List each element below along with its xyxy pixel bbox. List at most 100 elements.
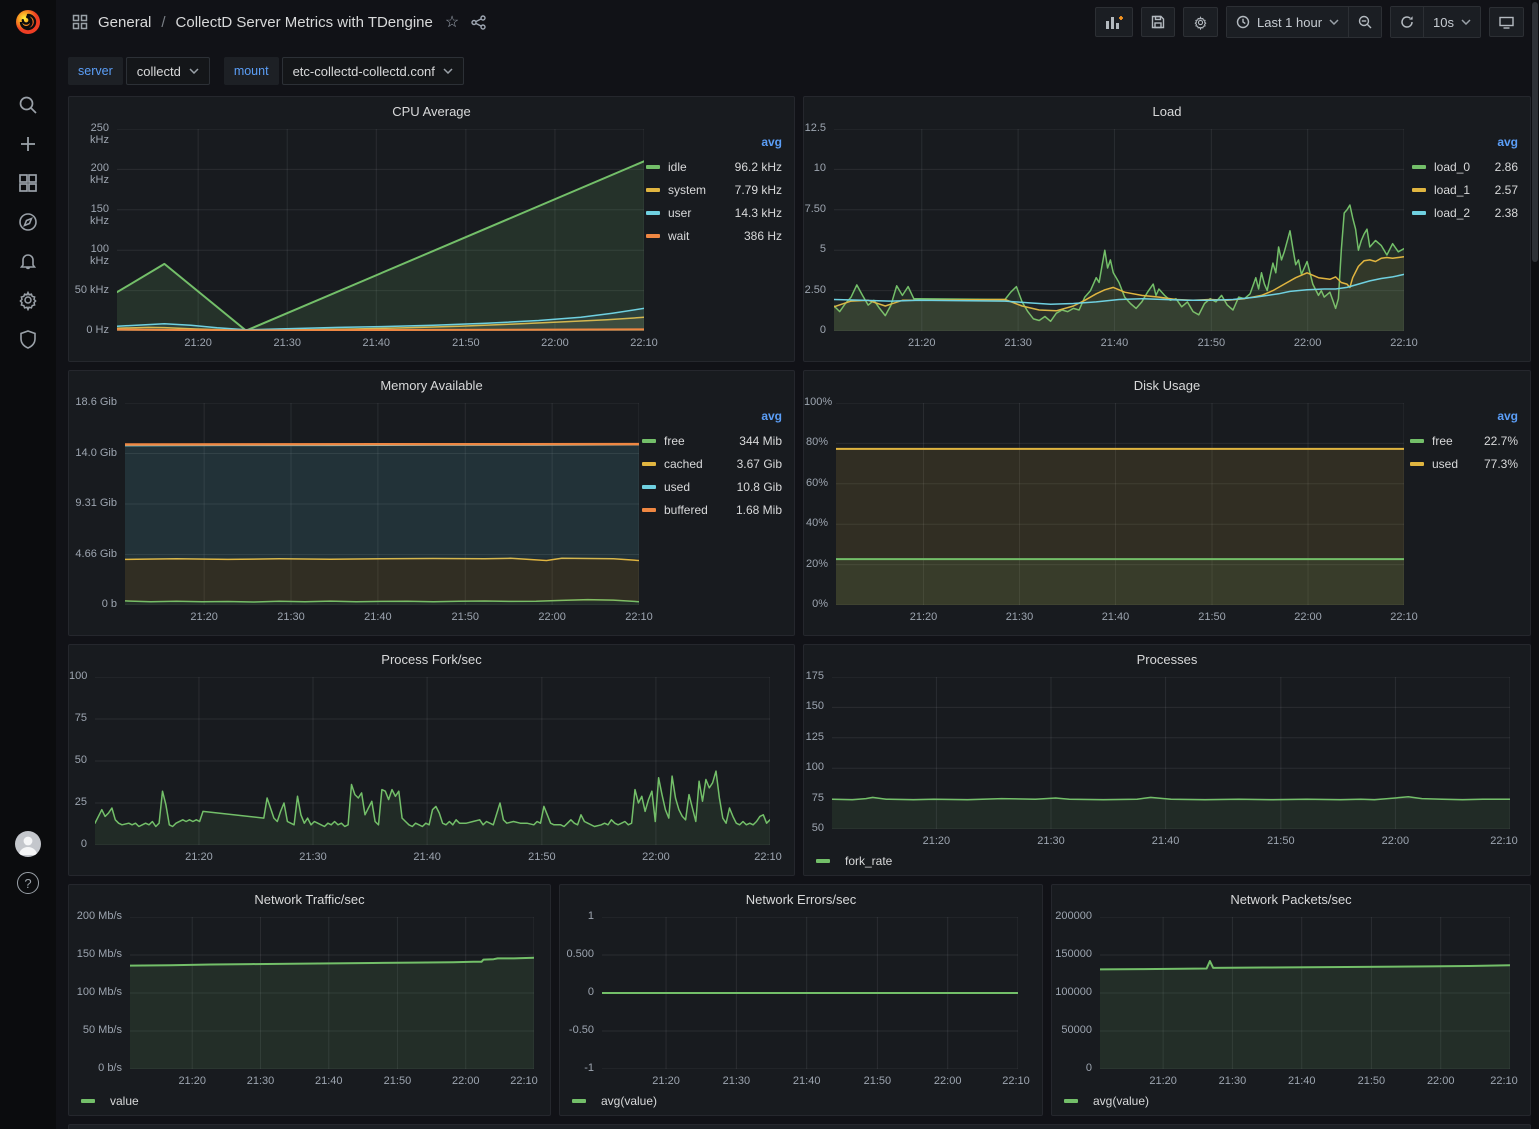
x-tick-label: 22:00 (924, 1075, 972, 1087)
dashboards-icon[interactable] (17, 172, 39, 194)
time-range-picker[interactable]: Last 1 hour (1227, 7, 1348, 37)
y-tick-label: 200000 (1052, 910, 1092, 922)
y-tick-label: 150000 (1052, 948, 1092, 960)
network-traffic-chart[interactable] (130, 917, 534, 1069)
legend-item-idle[interactable]: idle96.2 kHz (646, 155, 784, 178)
variable-dropdown-server[interactable]: collectd (126, 57, 210, 85)
network-packets-chart[interactable] (1100, 917, 1510, 1069)
legend-avg-header[interactable]: avg (1410, 409, 1520, 429)
breadcrumb: General / CollectD Server Metrics with T… (56, 14, 433, 31)
refresh-button[interactable] (1391, 7, 1423, 37)
add-panel-button[interactable] (1095, 7, 1133, 37)
variable-dropdown-mount[interactable]: etc-collectd-collectd.conf (282, 57, 464, 85)
x-tick-label: 21:30 (267, 611, 315, 623)
admin-shield-icon[interactable] (17, 328, 39, 350)
legend-item-user[interactable]: user14.3 kHz (646, 201, 784, 224)
save-dashboard-button[interactable] (1141, 7, 1175, 37)
y-tick-label: 100 Mb/s (69, 986, 122, 998)
legend-item-free[interactable]: free22.7% (1410, 429, 1520, 452)
panel-load: Load avg load_02.86 load_12.57 load_22.3… (803, 96, 1531, 362)
y-tick-label: 250 kHz (69, 122, 109, 146)
legend-item-wait[interactable]: wait386 Hz (646, 224, 784, 247)
panel-title[interactable]: Process Fork/sec (69, 649, 794, 671)
disk-usage-chart[interactable] (836, 403, 1404, 605)
y-tick-label: 150 (804, 700, 824, 712)
legend-avg-header[interactable]: avg (642, 409, 784, 429)
legend-avg-header[interactable]: avg (646, 135, 784, 155)
zoom-out-button[interactable] (1348, 7, 1381, 37)
x-tick-label: 21:50 (853, 1075, 901, 1087)
panel-title[interactable]: Load (804, 101, 1530, 123)
sidebar: ? (0, 0, 56, 1129)
scrollbar-thumb[interactable] (1532, 2, 1538, 262)
legend-item-free[interactable]: free344 Mib (642, 429, 784, 452)
panel-title[interactable]: Disk Usage (804, 375, 1530, 397)
network-errors-chart[interactable] (602, 917, 1018, 1069)
y-tick-label: 25 (69, 796, 87, 808)
y-tick-label: 200 kHz (69, 162, 109, 186)
panel-title[interactable]: Processes (804, 649, 1530, 671)
time-range-group: Last 1 hour (1226, 6, 1382, 38)
panel-title[interactable]: CPU Average (69, 101, 794, 123)
legend-item-avg-value[interactable]: avg(value) (1064, 1094, 1149, 1108)
cpu-average-chart[interactable] (117, 129, 644, 331)
legend-item-buffered[interactable]: buffered1.68 Mib (642, 498, 784, 521)
scrollbar[interactable] (1531, 0, 1539, 1129)
legend-item-system[interactable]: system7.79 kHz (646, 178, 784, 201)
panel-title[interactable]: Network Errors/sec (560, 889, 1042, 911)
y-tick-label: 50 Mb/s (69, 1024, 122, 1036)
x-tick-label: 21:30 (994, 337, 1042, 349)
legend-item-avg-value[interactable]: avg(value) (572, 1094, 657, 1108)
x-tick-label: 21:50 (442, 337, 490, 349)
star-icon[interactable]: ☆ (445, 12, 459, 32)
series-swatch (646, 211, 660, 215)
legend-item-load2[interactable]: load_22.38 (1412, 201, 1520, 224)
x-tick-label: 21:40 (1091, 611, 1139, 623)
memory-available-chart[interactable] (125, 403, 639, 605)
x-tick-label: 21:40 (1090, 337, 1138, 349)
chevron-down-icon (443, 68, 453, 74)
legend-avg-header[interactable]: avg (1412, 135, 1520, 155)
panel-title[interactable]: Memory Available (69, 375, 794, 397)
create-plus-icon[interactable] (17, 133, 39, 155)
settings-gear-icon[interactable] (17, 289, 39, 311)
user-avatar[interactable] (15, 831, 41, 857)
legend-item-value[interactable]: value (81, 1094, 139, 1108)
y-tick-label: 1 (560, 910, 594, 922)
refresh-interval-picker[interactable]: 10s (1423, 7, 1480, 37)
series-swatch (81, 1099, 95, 1103)
y-tick-label: 10 (804, 162, 826, 174)
search-icon[interactable] (17, 94, 39, 116)
grafana-logo[interactable] (14, 8, 42, 36)
legend-item-cached[interactable]: cached3.67 Gib (642, 452, 784, 475)
legend-item-used[interactable]: used10.8 Gib (642, 475, 784, 498)
panel-title[interactable]: Network Packets/sec (1052, 889, 1530, 911)
explore-compass-icon[interactable] (17, 211, 39, 233)
x-tick-label: 21:20 (174, 337, 222, 349)
x-tick-label: 21:50 (373, 1075, 421, 1087)
y-tick-label: 100 kHz (69, 243, 109, 267)
legend-item-fork-rate[interactable]: fork_rate (816, 854, 892, 868)
y-tick-label: 2.50 (804, 284, 826, 296)
processes-chart[interactable] (832, 677, 1510, 829)
x-tick-label: 21:30 (289, 851, 337, 863)
help-icon[interactable]: ? (17, 872, 39, 894)
process-fork-chart[interactable] (95, 677, 770, 845)
y-tick-label: 0 (560, 986, 594, 998)
dashboard-settings-button[interactable] (1183, 7, 1218, 37)
legend-item-used[interactable]: used77.3% (1410, 452, 1520, 475)
alerting-bell-icon[interactable] (17, 250, 39, 272)
breadcrumb-folder[interactable]: General (98, 14, 151, 31)
load-chart[interactable] (834, 129, 1404, 331)
share-icon[interactable] (471, 15, 486, 30)
legend-item-load0[interactable]: load_02.86 (1412, 155, 1520, 178)
cycle-view-mode-button[interactable] (1489, 7, 1524, 37)
x-tick-label: 21:50 (1347, 1075, 1395, 1087)
y-tick-label: 0 (804, 324, 826, 336)
y-tick-label: 0.500 (560, 948, 594, 960)
panel-title[interactable]: Network Traffic/sec (69, 889, 550, 911)
y-tick-label: 0 (1052, 1062, 1092, 1074)
panel-disk-usage: Disk Usage avg free22.7% used77.3% 0%20%… (803, 370, 1531, 636)
legend-item-load1[interactable]: load_12.57 (1412, 178, 1520, 201)
legend: avg free22.7% used77.3% (1410, 409, 1520, 475)
